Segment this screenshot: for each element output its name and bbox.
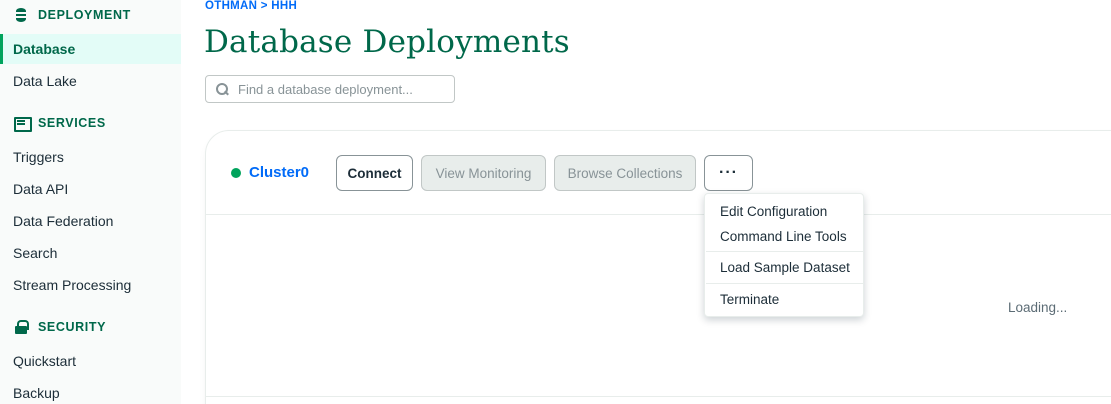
section-security: SECURITY	[14, 320, 106, 334]
search-box	[205, 75, 455, 103]
sidebar-item-data-federation[interactable]: Data Federation	[0, 206, 181, 236]
menu-item-edit-configuration[interactable]: Edit Configuration	[720, 204, 827, 219]
sidebar-item-stream-processing[interactable]: Stream Processing	[0, 270, 181, 300]
browse-collections-button[interactable]: Browse Collections	[554, 155, 696, 191]
sidebar-item-quickstart[interactable]: Quickstart	[0, 346, 181, 376]
menu-divider	[706, 283, 863, 284]
view-monitoring-button[interactable]: View Monitoring	[421, 155, 546, 191]
sidebar-item-database[interactable]: Database	[0, 34, 181, 64]
sidebar-item-triggers[interactable]: Triggers	[0, 142, 181, 172]
search-input[interactable]	[238, 81, 448, 97]
sidebar-item-search[interactable]: Search	[0, 238, 181, 268]
sidebar-item-data-lake[interactable]: Data Lake	[0, 66, 181, 96]
services-icon	[14, 116, 32, 132]
lock-icon	[14, 320, 29, 334]
section-label: SERVICES	[38, 116, 106, 130]
menu-item-terminate[interactable]: Terminate	[720, 292, 779, 307]
section-label: SECURITY	[38, 320, 107, 334]
menu-divider	[706, 251, 863, 252]
menu-item-load-sample-dataset[interactable]: Load Sample Dataset	[720, 260, 850, 275]
sidebar-item-backup[interactable]: Backup	[0, 378, 181, 404]
cluster-name-link[interactable]: Cluster0	[249, 164, 309, 181]
card-divider	[206, 214, 1111, 215]
sidebar: DEPLOYMENT Database Data Lake SERVICES T…	[0, 0, 181, 404]
sidebar-item-data-api[interactable]: Data API	[0, 174, 181, 204]
card-divider-bottom	[206, 396, 1111, 397]
cluster-options-menu: Edit Configuration Command Line Tools Lo…	[704, 193, 864, 317]
more-options-button[interactable]: ···	[704, 155, 753, 191]
page-title: Database Deployments	[204, 24, 570, 60]
cluster-status-dot	[231, 168, 241, 178]
loading-indicator: Loading...	[1008, 300, 1068, 315]
search-icon	[216, 83, 228, 95]
menu-item-command-line-tools[interactable]: Command Line Tools	[720, 229, 847, 244]
section-services: SERVICES	[14, 116, 106, 132]
section-label: DEPLOYMENT	[38, 8, 131, 22]
section-deployment: DEPLOYMENT	[14, 8, 131, 22]
database-icon	[14, 8, 28, 22]
connect-button[interactable]: Connect	[336, 155, 413, 191]
breadcrumb[interactable]: OTHMAN > HHH	[205, 0, 297, 12]
